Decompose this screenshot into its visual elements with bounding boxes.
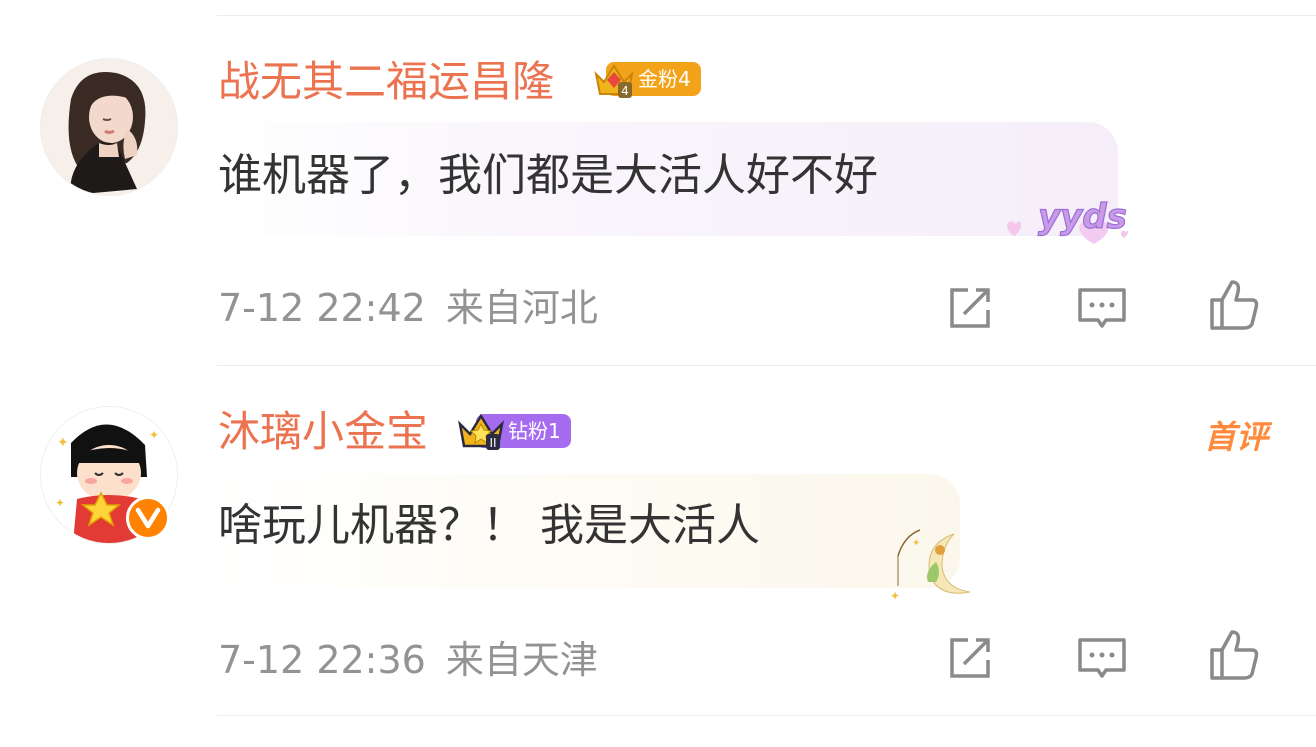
like-icon [1210,280,1259,330]
fan-badge[interactable]: II 钻粉1 [456,410,571,452]
comment-text: 谁机器了，我们都是大活人好不好 [218,150,878,201]
share-icon [950,288,990,328]
username[interactable]: 沐璃小金宝 [218,404,428,460]
little-prince-moon-icon: ✦ ✦ [890,529,971,603]
comment-location: 来自天津 [445,638,598,682]
verified-badge [126,496,170,540]
first-comment-tag: 首评 [1203,418,1268,456]
comment-icon [1078,638,1126,678]
reply-button[interactable] [1074,630,1130,686]
crown-icon: 4 [594,64,634,98]
yyds-sticker-icon: yyds [1007,196,1128,244]
share-button[interactable] [942,630,998,686]
svg-text:✦: ✦ [55,496,65,510]
crown-icon: II [458,413,504,450]
reply-button[interactable] [1074,280,1130,336]
comment-time: 7-12 22:42 [218,286,426,330]
share-icon [950,638,990,678]
like-icon [1210,630,1259,680]
fan-badge[interactable]: 4 金粉4 [592,58,701,100]
comment-meta: 7-12 22:42 来自河北 [218,280,598,336]
comment-time: 7-12 22:36 [218,638,426,682]
bottom-divider [217,715,1316,716]
svg-text:✦: ✦ [57,435,69,451]
avatar-image [41,59,177,195]
comment-location: 来自河北 [445,286,598,330]
like-button[interactable] [1206,276,1262,332]
svg-text:yyds: yyds [1038,197,1127,237]
v-verified-icon [135,507,161,529]
svg-text:II: II [489,436,496,450]
svg-text:4: 4 [621,84,629,98]
comment-item: 战无其二福运昌隆 4 金粉4 谁机器了，我们都是大活人好不好 yyds 7-12… [0,0,1316,348]
comment-icon [1078,288,1126,328]
like-button[interactable] [1206,626,1262,682]
username[interactable]: 战无其二福运昌隆 [218,54,554,110]
comment-text: 啥玩儿机器？！ 我是大活人 [218,500,760,551]
avatar[interactable] [40,58,178,196]
comment-meta: 7-12 22:36 来自天津 [218,632,598,688]
svg-text:✦: ✦ [890,589,900,603]
svg-text:✦: ✦ [912,538,920,549]
svg-text:✦: ✦ [149,428,159,442]
share-button[interactable] [942,280,998,336]
comment-item: ✦ ✦ ✦ 沐璃小金宝 II 钻粉1 首评 啥玩儿机器？！ 我是大活人 ✦ ✦ … [0,350,1316,698]
